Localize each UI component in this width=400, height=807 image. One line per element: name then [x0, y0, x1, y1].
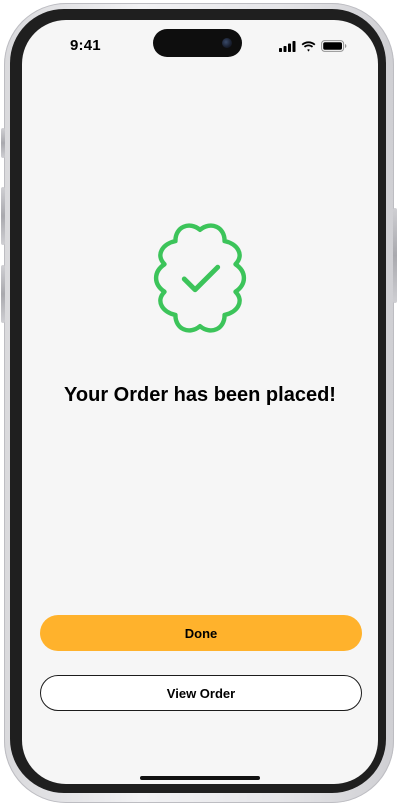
home-indicator[interactable]: [140, 776, 260, 780]
order-confirmation-screen: Your Order has been placed! Done View Or…: [22, 20, 378, 784]
action-button: [1, 128, 5, 158]
check-badge-icon: [153, 223, 247, 333]
volume-up-button: [1, 187, 5, 245]
done-button-label: Done: [184, 625, 218, 641]
power-button: [393, 208, 397, 303]
phone-screen: 9:41 Your Order has been placed! Done Vi…: [22, 20, 378, 784]
volume-down-button: [1, 265, 5, 323]
view-order-button[interactable]: View Order: [40, 675, 362, 711]
done-button[interactable]: Done: [40, 615, 362, 651]
view-order-button-label: View Order: [166, 685, 236, 701]
confirmation-title: Your Order has been placed!: [64, 384, 336, 406]
